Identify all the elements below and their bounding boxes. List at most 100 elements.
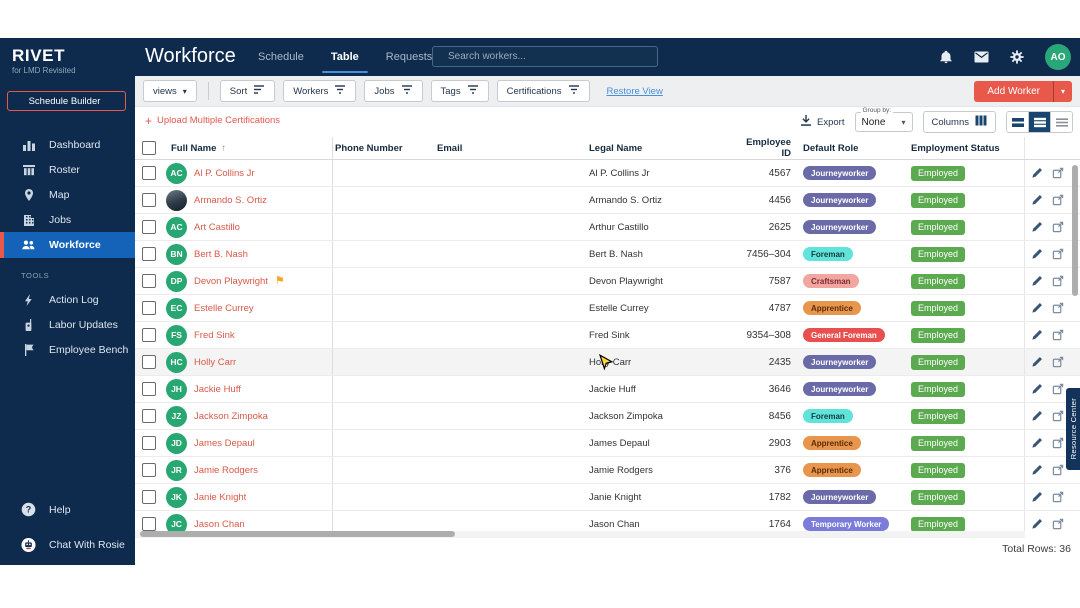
sort-filter-button[interactable]: Sort (220, 80, 275, 102)
worker-name-link[interactable]: Jamie Rodgers (194, 465, 258, 476)
views-dropdown[interactable]: views ▾ (143, 80, 197, 102)
open-icon[interactable] (1052, 383, 1064, 395)
row-checkbox[interactable] (142, 409, 156, 423)
worker-name-link[interactable]: Jackie Huff (194, 384, 241, 395)
open-icon[interactable] (1052, 329, 1064, 341)
worker-name-link[interactable]: Al P. Collins Jr (194, 168, 255, 179)
open-icon[interactable] (1052, 221, 1064, 233)
table-row[interactable]: Armando S. Ortiz ⚑ Armando S. Ortiz 4456… (135, 187, 1080, 214)
edit-icon[interactable] (1031, 194, 1043, 206)
jobs-filter-button[interactable]: Jobs (364, 80, 422, 102)
columns-button[interactable]: Columns (923, 111, 997, 133)
add-worker-button[interactable]: Add Worker ▾ (974, 81, 1072, 102)
open-icon[interactable] (1052, 491, 1064, 503)
table-row[interactable]: JZ Jackson Zimpoka ⚑ Jackson Zimpoka 845… (135, 403, 1080, 430)
table-row[interactable]: FS Fred Sink ⚑ Fred Sink 9354–308 Genera… (135, 322, 1080, 349)
edit-icon[interactable] (1031, 275, 1043, 287)
row-checkbox[interactable] (142, 328, 156, 342)
tab-table[interactable]: Table (331, 38, 359, 76)
sidebar-item-chat-with-rosie[interactable]: Chat With Rosie (0, 532, 135, 557)
edit-icon[interactable] (1031, 167, 1043, 179)
column-header-legal-name[interactable]: Legal Name (589, 143, 735, 154)
worker-name-link[interactable]: Jason Chan (194, 519, 245, 530)
row-checkbox[interactable] (142, 517, 156, 531)
sidebar-item-labor-updates[interactable]: Labor Updates (0, 312, 135, 337)
table-row[interactable]: BN Bert B. Nash ⚑ Bert B. Nash 7456–304 … (135, 241, 1080, 268)
restore-view-link[interactable]: Restore View (607, 86, 663, 97)
edit-icon[interactable] (1031, 410, 1043, 422)
upload-certifications-link[interactable]: + Upload Multiple Certifications (145, 115, 280, 126)
horizontal-scrollbar[interactable] (140, 531, 455, 537)
vertical-scrollbar[interactable] (1072, 165, 1078, 296)
worker-name-link[interactable]: Bert B. Nash (194, 249, 248, 260)
column-header-default-role[interactable]: Default Role (791, 143, 903, 154)
worker-name-link[interactable]: Armando S. Ortiz (194, 195, 267, 206)
sidebar-item-roster[interactable]: Roster (0, 157, 135, 182)
open-icon[interactable] (1052, 356, 1064, 368)
workers-filter-button[interactable]: Workers (283, 80, 356, 102)
row-checkbox[interactable] (142, 193, 156, 207)
row-checkbox[interactable] (142, 220, 156, 234)
worker-name-link[interactable]: Jackson Zimpoka (194, 411, 268, 422)
sidebar-item-action-log[interactable]: Action Log (0, 287, 135, 312)
row-checkbox[interactable] (142, 301, 156, 315)
table-row[interactable]: JC Jason Chan ⚑ Jason Chan 1764 Temporar… (135, 511, 1080, 531)
row-checkbox[interactable] (142, 436, 156, 450)
open-icon[interactable] (1052, 194, 1064, 206)
row-checkbox[interactable] (142, 490, 156, 504)
worker-name-link[interactable]: Janie Knight (194, 492, 246, 503)
row-checkbox[interactable] (142, 382, 156, 396)
tags-filter-button[interactable]: Tags (431, 80, 489, 102)
density-standard-button[interactable] (1028, 112, 1050, 132)
sidebar-item-dashboard[interactable]: Dashboard (0, 132, 135, 157)
group-by-select[interactable]: Group by: None ▾ (855, 112, 913, 132)
table-row[interactable]: AC Art Castillo ⚑ Arthur Castillo 2625 J… (135, 214, 1080, 241)
open-icon[interactable] (1052, 167, 1064, 179)
notifications-icon[interactable] (939, 50, 953, 64)
open-icon[interactable] (1052, 518, 1064, 530)
table-row[interactable]: AC Al P. Collins Jr ⚑ Al P. Collins Jr 4… (135, 160, 1080, 187)
edit-icon[interactable] (1031, 383, 1043, 395)
sidebar-item-help[interactable]: ? Help (0, 497, 135, 522)
tab-schedule[interactable]: Schedule (258, 38, 304, 76)
open-icon[interactable] (1052, 302, 1064, 314)
edit-icon[interactable] (1031, 356, 1043, 368)
edit-icon[interactable] (1031, 302, 1043, 314)
certifications-filter-button[interactable]: Certifications (497, 80, 590, 102)
worker-name-link[interactable]: Fred Sink (194, 330, 235, 341)
table-row[interactable]: JD James Depaul ⚑ James Depaul 2903 Appr… (135, 430, 1080, 457)
schedule-builder-button[interactable]: Schedule Builder (7, 91, 126, 111)
worker-name-link[interactable]: Holly Carr (194, 357, 236, 368)
column-header-full-name[interactable]: Full Name ↑ (163, 137, 333, 159)
messages-icon[interactable] (974, 51, 989, 63)
density-comfortable-button[interactable] (1007, 112, 1028, 132)
tab-requests[interactable]: Requests (386, 38, 432, 76)
add-worker-caret[interactable]: ▾ (1053, 81, 1072, 102)
row-checkbox[interactable] (142, 355, 156, 369)
column-header-employee-id[interactable]: Employee ID (735, 137, 791, 159)
edit-icon[interactable] (1031, 464, 1043, 476)
open-icon[interactable] (1052, 248, 1064, 260)
settings-icon[interactable] (1010, 50, 1024, 64)
sidebar-item-map[interactable]: Map (0, 182, 135, 207)
row-checkbox[interactable] (142, 247, 156, 261)
column-header-employment-status[interactable]: Employment Status (903, 143, 1024, 154)
density-compact-button[interactable] (1050, 112, 1072, 132)
user-avatar[interactable]: AO (1045, 44, 1071, 70)
edit-icon[interactable] (1031, 491, 1043, 503)
table-row[interactable]: JK Janie Knight ⚑ Janie Knight 1782 Jour… (135, 484, 1080, 511)
sidebar-item-workforce[interactable]: Workforce (0, 232, 135, 258)
search-box[interactable] (432, 46, 658, 67)
open-icon[interactable] (1052, 464, 1064, 476)
edit-icon[interactable] (1031, 518, 1043, 530)
column-header-phone[interactable]: Phone Number (333, 143, 437, 154)
column-header-email[interactable]: Email (437, 143, 589, 154)
open-icon[interactable] (1052, 437, 1064, 449)
export-button[interactable]: Export (800, 114, 844, 130)
open-icon[interactable] (1052, 410, 1064, 422)
edit-icon[interactable] (1031, 437, 1043, 449)
open-icon[interactable] (1052, 275, 1064, 287)
worker-name-link[interactable]: Devon Playwright (194, 276, 268, 287)
sidebar-item-jobs[interactable]: Jobs (0, 207, 135, 232)
table-row[interactable]: EC Estelle Currey ⚑ Estelle Currey 4787 … (135, 295, 1080, 322)
